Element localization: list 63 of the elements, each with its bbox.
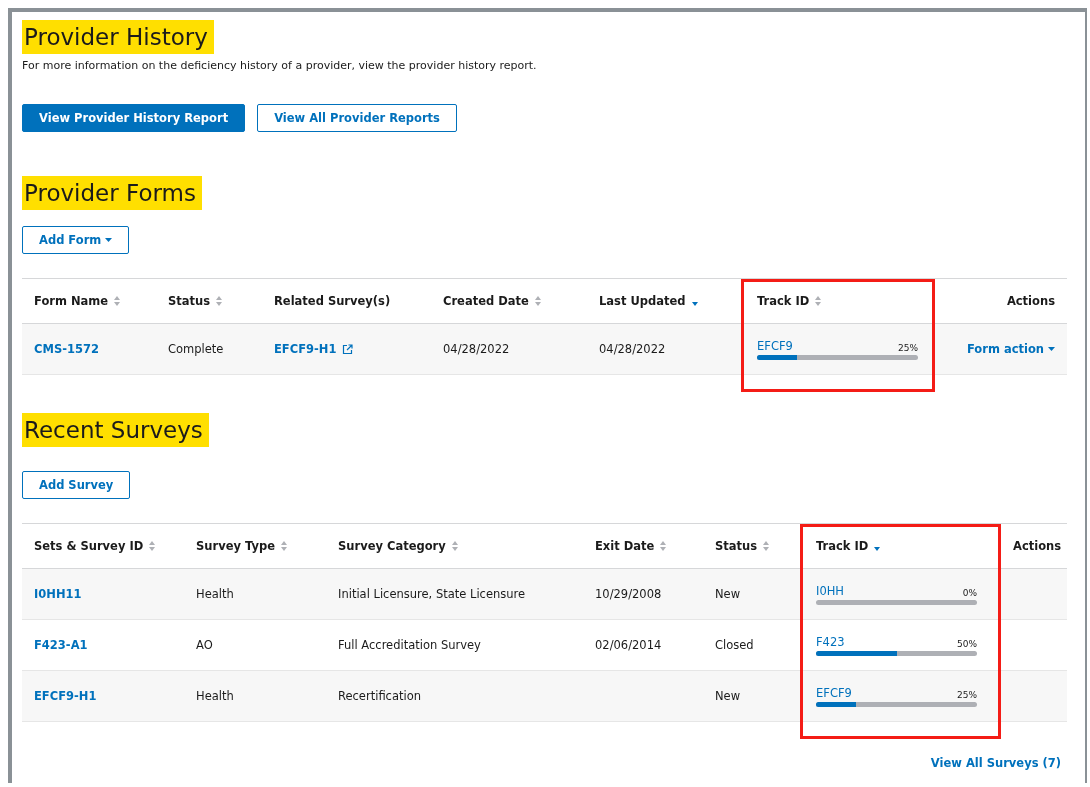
survey-link[interactable]: EFCF9-H1 — [274, 342, 337, 356]
caret-icon — [1048, 347, 1055, 351]
date-cell-text: 04/28/2022 — [443, 342, 511, 356]
column-header[interactable]: Sets & Survey ID — [34, 539, 144, 553]
survey-category-cell-text: Recertification — [338, 689, 423, 703]
section-heading: Provider Forms — [22, 176, 202, 210]
description-text: For more information on the deficiency history of a provider, view the provider history report. — [22, 59, 538, 72]
progress-percent: 50% — [957, 638, 977, 649]
column-header: Related Survey(s) — [274, 294, 391, 308]
sort-icon[interactable] — [216, 296, 223, 306]
add-survey-button[interactable]: Add Survey — [22, 471, 131, 499]
track-id-link[interactable]: EFCF9 — [757, 338, 793, 353]
date-cell-text: 02/06/2014 — [595, 638, 663, 652]
view-all-surveys-link[interactable]: View All Surveys (7) — [930, 756, 1061, 770]
form-name-link[interactable]: CMS-1572 — [34, 342, 168, 356]
status-cell-text: New — [715, 689, 742, 703]
column-header[interactable]: Track ID — [757, 294, 810, 308]
progress-percent: 0% — [962, 587, 977, 598]
date-cell-text: 10/29/2008 — [595, 587, 663, 601]
column-header[interactable]: Survey Category — [338, 539, 446, 553]
progress-percent: 25% — [957, 689, 977, 700]
column-header[interactable]: Status — [168, 294, 211, 308]
column-header[interactable]: Form Name — [34, 294, 109, 308]
progress-percent: 25% — [898, 342, 918, 353]
sort-icon[interactable] — [451, 541, 458, 551]
status-cell-text: Complete — [168, 342, 225, 356]
sort-icon[interactable] — [660, 541, 667, 551]
caret-icon — [105, 238, 113, 242]
column-header[interactable]: Track ID — [816, 539, 869, 553]
report-button[interactable]: View All Provider Reports — [257, 104, 457, 132]
external-link-icon[interactable] — [342, 343, 354, 355]
sort-icon[interactable] — [149, 541, 156, 551]
survey-category-cell-text: Initial Licensure, State Licensure — [338, 587, 527, 601]
column-header[interactable]: Status — [715, 539, 758, 553]
sort-icon[interactable] — [280, 541, 287, 551]
column-header[interactable]: Last Updated — [599, 294, 686, 308]
survey-id-link[interactable]: F423-A1 — [34, 638, 196, 652]
date-cell-text: 04/28/2022 — [599, 342, 667, 356]
survey-id-link[interactable]: I0HH11 — [34, 587, 196, 601]
survey-type-cell-text: Health — [196, 587, 235, 601]
status-cell-text: New — [715, 587, 742, 601]
column-header: Actions — [1013, 539, 1062, 553]
report-button[interactable]: View Provider History Report — [22, 104, 246, 132]
survey-type-cell-text: Health — [196, 689, 235, 703]
track-id-link[interactable]: I0HH — [816, 583, 844, 598]
add-form-button[interactable]: Add Form — [22, 226, 130, 254]
column-header: Actions — [1006, 294, 1055, 308]
section-heading: Provider History — [22, 20, 214, 54]
section-heading: Recent Surveys — [22, 413, 209, 447]
survey-type-cell-text: AO — [196, 638, 214, 652]
column-header[interactable]: Survey Type — [196, 539, 275, 553]
track-id-link[interactable]: F423 — [816, 634, 845, 649]
survey-id-link[interactable]: EFCF9-H1 — [34, 689, 196, 703]
sort-icon[interactable] — [534, 296, 541, 306]
track-id-link[interactable]: EFCF9 — [816, 685, 852, 700]
column-header[interactable]: Exit Date — [595, 539, 655, 553]
column-header[interactable]: Created Date — [443, 294, 529, 308]
survey-category-cell-text: Full Accreditation Survey — [338, 638, 482, 652]
sort-icon[interactable] — [763, 541, 770, 551]
sort-icon[interactable] — [815, 296, 822, 306]
form-action-dropdown[interactable]: Form action — [966, 342, 1055, 356]
status-cell-text: Closed — [715, 638, 755, 652]
sort-icon[interactable] — [114, 296, 121, 306]
